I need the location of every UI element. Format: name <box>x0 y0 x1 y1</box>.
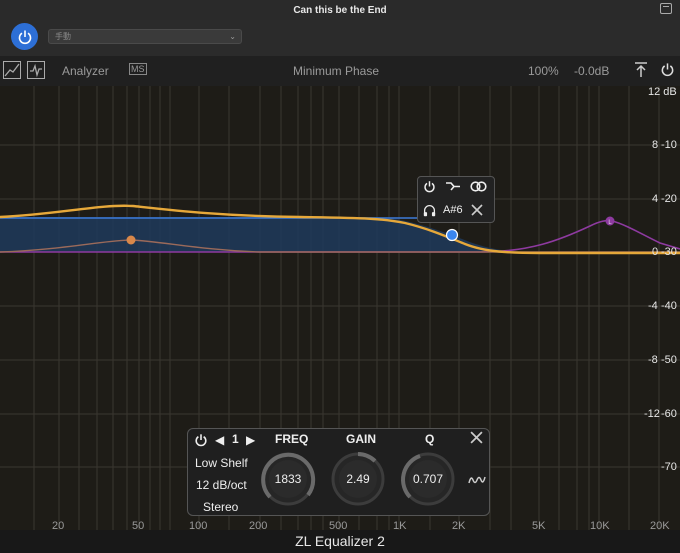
dynamic-wave-icon[interactable] <box>468 473 486 490</box>
phase-mode[interactable]: Minimum Phase <box>293 64 379 78</box>
analyzer-view-icon[interactable] <box>27 61 45 79</box>
band-prev-icon[interactable]: ◀ <box>215 433 224 447</box>
scale-value[interactable]: 100% <box>528 64 559 78</box>
analyzer-label-minus20: -20 <box>661 193 677 205</box>
band-popup: A#6 <box>417 176 495 223</box>
db-label-8: 8 <box>652 139 659 151</box>
preset-dropdown[interactable]: 手動 ⌄ <box>48 29 242 44</box>
analyzer-label-minus40: -40 <box>661 300 677 312</box>
band-next-icon[interactable]: ▶ <box>246 433 255 447</box>
gain-label: GAIN <box>346 432 376 446</box>
collision-icon[interactable] <box>634 62 648 81</box>
freq-knob[interactable]: 1833 <box>260 451 316 507</box>
window-fullscreen-icon[interactable] <box>660 3 672 14</box>
analyzer-label-minus50: -50 <box>661 354 677 366</box>
analyzer-label-minus10: -10 <box>661 139 677 151</box>
freq-value[interactable]: 1833 <box>260 451 316 507</box>
gain-knob[interactable]: 2.49 <box>330 451 386 507</box>
band-type[interactable]: Low Shelf <box>195 456 248 470</box>
popup-close-icon[interactable] <box>471 204 483 219</box>
db-label-minus4: -4 <box>648 300 658 312</box>
band-panel: ◀ 1 ▶ Low Shelf 12 dB/oct Stereo FREQ GA… <box>187 428 490 516</box>
popup-power-icon[interactable] <box>423 180 436 196</box>
chevron-down-icon: ⌄ <box>229 32 236 41</box>
dynamic-link-icon[interactable] <box>470 180 487 196</box>
output-gain-value[interactable]: -0.0dB <box>574 64 609 78</box>
db-label-12: 12 dB <box>648 86 677 98</box>
analyzer-button[interactable]: Analyzer <box>62 64 109 78</box>
preset-label: 手動 <box>55 32 71 41</box>
band-close-icon[interactable] <box>470 431 483 447</box>
plugin-footer: ZL Equalizer 2 <box>0 530 680 553</box>
toolbar: Analyzer MS Minimum Phase 100% -0.0dB <box>0 56 680 86</box>
db-label-4: 4 <box>652 193 659 205</box>
band-index: 1 <box>232 432 239 446</box>
window-title: Can this be the End <box>293 4 387 16</box>
gain-value[interactable]: 2.49 <box>330 451 386 507</box>
plugin-power-button[interactable] <box>11 23 38 50</box>
band-note-label: A#6 <box>443 204 463 216</box>
band-stereo-mode[interactable]: Stereo <box>203 500 238 514</box>
band-power-icon[interactable] <box>194 433 208 450</box>
q-value[interactable]: 0.707 <box>400 451 456 507</box>
band-slope[interactable]: 12 dB/oct <box>196 478 247 492</box>
power-icon <box>18 30 31 44</box>
analyzer-label-minus70: -70 <box>661 461 677 473</box>
solo-headphones-icon[interactable] <box>423 204 436 220</box>
graph-tool-icon[interactable] <box>3 61 21 79</box>
q-knob[interactable]: 0.707 <box>400 451 456 507</box>
band-node-1-selected <box>445 228 459 242</box>
db-label-0: 0 <box>652 246 659 258</box>
db-label-minus8: -8 <box>648 354 658 366</box>
analyzer-label-minus30: -30 <box>661 246 677 258</box>
freq-label: FREQ <box>275 432 309 446</box>
host-bar: 手動 ⌄ <box>0 20 680 56</box>
analyzer-label-minus60: -60 <box>661 408 677 420</box>
window-titlebar: Can this be the End <box>0 0 680 20</box>
band-node-2 <box>126 235 136 245</box>
bypass-power-icon[interactable] <box>660 62 675 80</box>
plugin-name: ZL Equalizer 2 <box>295 533 385 549</box>
q-label: Q <box>425 432 435 446</box>
db-label-minus12: -12 <box>644 408 660 420</box>
mid-side-icon[interactable]: MS <box>129 63 147 75</box>
filter-type-icon[interactable] <box>445 180 461 196</box>
